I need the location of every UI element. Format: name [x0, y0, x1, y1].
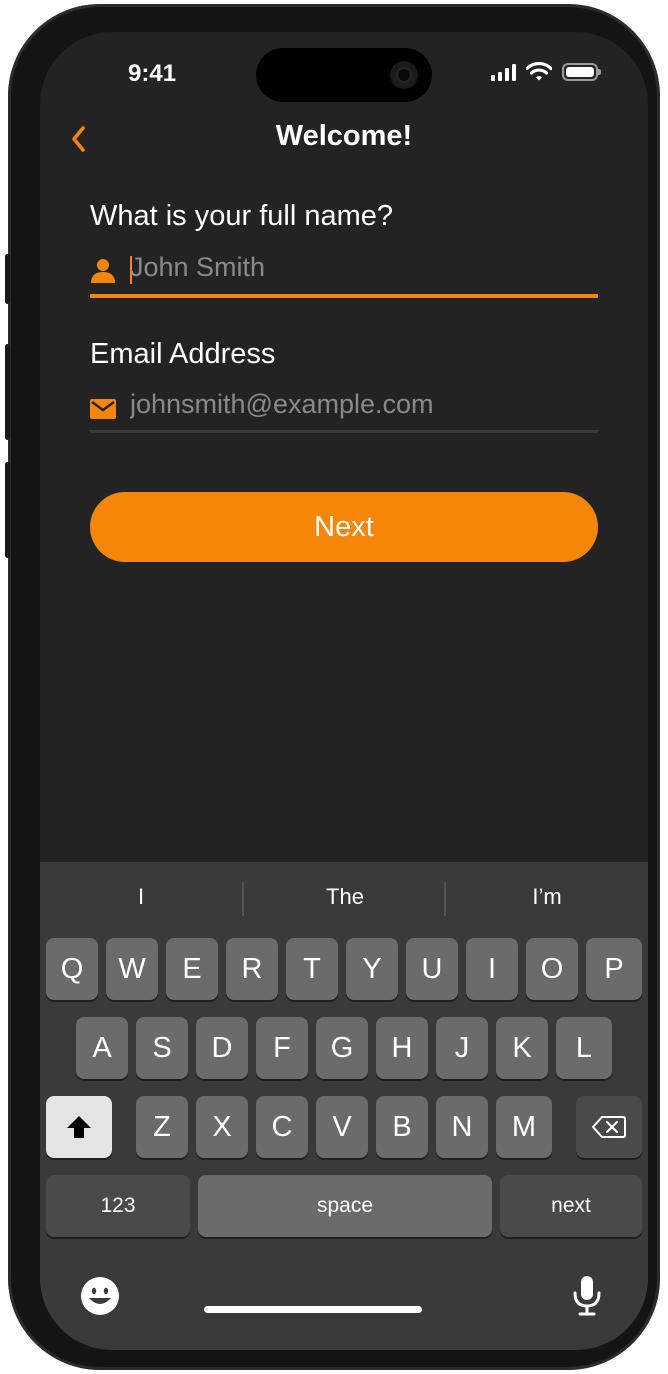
volume-down-button	[5, 462, 10, 558]
microphone-icon[interactable]	[572, 1274, 602, 1316]
shift-arrow-icon	[67, 1116, 91, 1138]
space-key[interactable]: space	[198, 1175, 492, 1237]
name-field-row[interactable]	[90, 250, 598, 290]
home-indicator[interactable]	[204, 1306, 422, 1313]
key-u[interactable]: U	[406, 938, 458, 1000]
text-caret	[130, 256, 132, 284]
key-s[interactable]: S	[136, 1017, 188, 1079]
key-d[interactable]: D	[196, 1017, 248, 1079]
key-e[interactable]: E	[166, 938, 218, 1000]
key-j[interactable]: J	[436, 1017, 488, 1079]
shift-key[interactable]	[46, 1096, 112, 1158]
emoji-icon[interactable]	[80, 1276, 120, 1316]
key-r[interactable]: R	[226, 938, 278, 1000]
key-t[interactable]: T	[286, 938, 338, 1000]
next-button[interactable]: Next	[90, 492, 598, 562]
key-m[interactable]: M	[496, 1096, 552, 1158]
email-input[interactable]	[130, 389, 590, 420]
keyboard: I The I’m Q W E R T Y U I O P A S D F G …	[40, 862, 648, 1350]
phone-frame: 9:41 Welcome! What is your full name? Jo…	[5, 4, 660, 1370]
backspace-icon	[592, 1116, 626, 1138]
numbers-key[interactable]: 123	[46, 1175, 190, 1237]
key-b[interactable]: B	[376, 1096, 428, 1158]
name-underline-active	[90, 294, 598, 298]
return-key[interactable]: next	[500, 1175, 642, 1237]
key-i[interactable]: I	[466, 938, 518, 1000]
key-y[interactable]: Y	[346, 938, 398, 1000]
email-underline	[90, 430, 598, 433]
name-input[interactable]	[130, 252, 590, 283]
key-o[interactable]: O	[526, 938, 578, 1000]
key-n[interactable]: N	[436, 1096, 488, 1158]
page-title: Welcome!	[275, 120, 413, 152]
key-z[interactable]: Z	[136, 1096, 188, 1158]
suggestion-2[interactable]: The	[244, 862, 446, 932]
delete-key[interactable]	[576, 1096, 642, 1158]
key-c[interactable]: C	[256, 1096, 308, 1158]
screen: 9:41 Welcome! What is your full name? Jo…	[40, 32, 648, 1350]
key-w[interactable]: W	[106, 938, 158, 1000]
status-icons	[491, 62, 601, 81]
key-a[interactable]: A	[76, 1017, 128, 1079]
key-g[interactable]: G	[316, 1017, 368, 1079]
wifi-icon	[526, 62, 552, 81]
key-f[interactable]: F	[256, 1017, 308, 1079]
key-q[interactable]: Q	[46, 938, 98, 1000]
person-icon	[91, 259, 115, 283]
email-label: Email Address	[90, 338, 276, 370]
key-p[interactable]: P	[586, 938, 642, 1000]
key-l[interactable]: L	[556, 1017, 612, 1079]
email-field-row[interactable]	[90, 387, 598, 427]
dynamic-island	[256, 48, 432, 102]
name-label: What is your full name?	[90, 200, 394, 232]
battery-icon	[562, 62, 601, 81]
suggestion-3[interactable]: I’m	[446, 862, 648, 932]
key-k[interactable]: K	[496, 1017, 548, 1079]
volume-up-button	[5, 344, 10, 440]
status-time: 9:41	[128, 60, 177, 87]
camera-icon	[390, 61, 418, 89]
key-x[interactable]: X	[196, 1096, 248, 1158]
key-h[interactable]: H	[376, 1017, 428, 1079]
suggestion-1[interactable]: I	[40, 862, 242, 932]
side-button	[5, 254, 10, 304]
key-v[interactable]: V	[316, 1096, 368, 1158]
cellular-signal-icon	[491, 63, 516, 81]
envelope-icon	[90, 399, 116, 419]
